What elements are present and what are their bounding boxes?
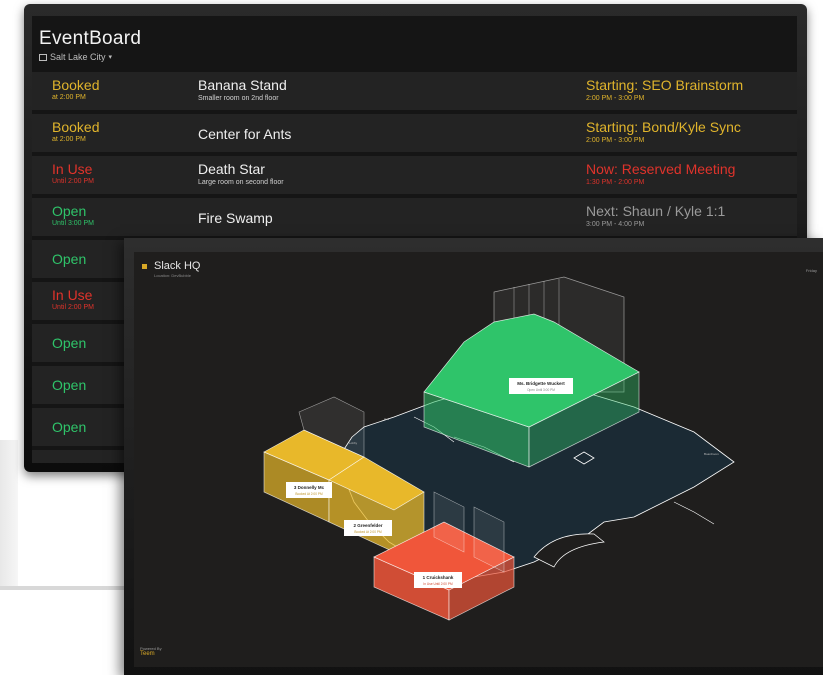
room-status: Open	[52, 371, 86, 393]
floor-label: Boardroom	[704, 452, 719, 456]
status-label: Booked	[52, 119, 100, 135]
room-label-donnelly[interactable]: 3 Donnelly Mc Booked At 2:00 PM	[286, 482, 332, 498]
room-description: Smaller room on 2nd floor	[198, 95, 279, 102]
room-row[interactable]: Booked at 2:00 PM Center for Ants Starti…	[32, 114, 797, 152]
app-title: EventBoard	[39, 28, 142, 49]
location-label: Salt Lake City	[50, 52, 106, 62]
location-selector[interactable]: Salt Lake City ▾	[39, 52, 797, 62]
status-label: Open	[52, 419, 87, 435]
room-row[interactable]: Open Until 3:00 PM Fire Swamp Next: Shau…	[32, 198, 797, 236]
room-label-greenfelder[interactable]: 2 Greenfelder Booked At 2:00 PM	[344, 520, 392, 536]
status-label: Open	[52, 251, 87, 267]
meeting-info: Now: Reserved Meeting 1:30 PM - 2:00 PM	[586, 161, 735, 186]
room-row[interactable]: In Use Until 2:00 PM Death Star Large ro…	[32, 156, 797, 194]
room-status: Open	[52, 413, 86, 435]
room-info: Center for Ants	[198, 119, 568, 151]
status-label: In Use	[52, 161, 93, 177]
room-status: Booked at 2:00 PM	[52, 119, 99, 143]
status-label: In Use	[52, 287, 93, 303]
powered-by: Powered By Teem	[140, 646, 162, 657]
building-icon	[39, 53, 47, 61]
status-label: Open	[52, 455, 86, 463]
room-label-cruickshank[interactable]: 1 Cruickshank In Use Until 2:00 PM	[414, 572, 462, 588]
meeting-title: Now: Reserved Meeting	[586, 161, 736, 177]
powered-by-brand: Teem	[140, 651, 155, 657]
room-label-status: Booked At 2:00 PM	[354, 530, 382, 534]
room-name: Banana Stand	[198, 77, 287, 93]
room-label-status: Open Until 3:00 PM	[527, 388, 555, 392]
status-time: at 2:00 PM	[52, 94, 86, 101]
room-info: Death Star Large room on second floor	[198, 161, 568, 193]
room-label-name: Ms. Bridgette Wuckert	[517, 381, 565, 386]
background-panel-edge	[0, 586, 130, 590]
room-status: Open Until 3:00 PM	[52, 203, 94, 227]
room-status: Open	[52, 329, 86, 351]
room-label-name: 3 Donnelly Mc	[294, 485, 325, 490]
room-info: Fire Swamp	[198, 203, 568, 235]
room-status: In Use Until 2:00 PM	[52, 161, 94, 185]
floorplan-screen: Slack HQ Location: DevBubble Friday Ms. …	[134, 252, 823, 667]
floor-label: Hall	[384, 417, 390, 421]
meeting-info: Starting: SEO Brainstorm 2:00 PM - 3:00 …	[586, 77, 743, 102]
background-panel	[0, 440, 18, 590]
room-name: Death Star	[198, 161, 265, 177]
meeting-title: Starting: SEO Brainstorm	[586, 77, 744, 93]
room-row[interactable]: Booked at 2:00 PM Banana Stand Smaller r…	[32, 72, 797, 110]
room-name: Center for Ants	[198, 126, 292, 142]
meeting-info: Starting: Bond/Kyle Sync 2:00 PM - 3:00 …	[586, 119, 741, 144]
status-time: at 2:00 PM	[52, 136, 86, 143]
meeting-title: Next: Shaun / Kyle 1:1	[586, 203, 726, 219]
chevron-down-icon: ▾	[108, 54, 113, 61]
meeting-info: Next: Shaun / Kyle 1:1 3:00 PM - 4:00 PM	[586, 203, 725, 228]
meeting-time: 3:00 PM - 4:00 PM	[586, 221, 645, 228]
room-label-wuckert[interactable]: Ms. Bridgette Wuckert Open Until 3:00 PM	[509, 378, 573, 394]
meeting-title: Starting: Bond/Kyle Sync	[586, 119, 741, 135]
room-status: In Use Until 2:00 PM	[52, 287, 94, 311]
room-label-name: 2 Greenfelder	[353, 523, 382, 528]
room-status: Open	[52, 245, 86, 267]
floor-plan-map: Ms. Bridgette Wuckert Open Until 3:00 PM…	[263, 276, 735, 621]
status-label: Booked	[52, 77, 100, 93]
room-description: Large room on second floor	[198, 179, 284, 186]
room-info: Banana Stand Smaller room on 2nd floor	[198, 77, 568, 109]
floorplan-monitor: Slack HQ Location: DevBubble Friday Ms. …	[124, 238, 823, 675]
status-time: Until 2:00 PM	[52, 304, 95, 311]
status-time: Until 3:00 PM	[52, 220, 95, 227]
room-name: Fire Swamp	[198, 210, 273, 226]
room-status: Booked at 2:00 PM	[52, 77, 99, 101]
meeting-time: 2:00 PM - 3:00 PM	[586, 137, 645, 144]
meeting-time: 1:30 PM - 2:00 PM	[586, 179, 645, 186]
status-label: Open	[52, 203, 87, 219]
status-label: Open	[52, 377, 87, 393]
room-label-name: 1 Cruickshank	[423, 575, 454, 580]
status-label: Open	[52, 335, 87, 351]
status-time: Until 2:00 PM	[52, 178, 95, 185]
meeting-time: 2:00 PM - 3:00 PM	[586, 95, 645, 102]
floor-label: Lobby	[349, 441, 358, 445]
room-label-status: In Use Until 2:00 PM	[423, 582, 453, 586]
room-status: Open	[52, 455, 86, 463]
room-label-status: Booked At 2:00 PM	[295, 492, 323, 496]
floor-walls	[673, 501, 715, 525]
eventboard-header: EventBoard Salt Lake City ▾	[32, 16, 797, 71]
